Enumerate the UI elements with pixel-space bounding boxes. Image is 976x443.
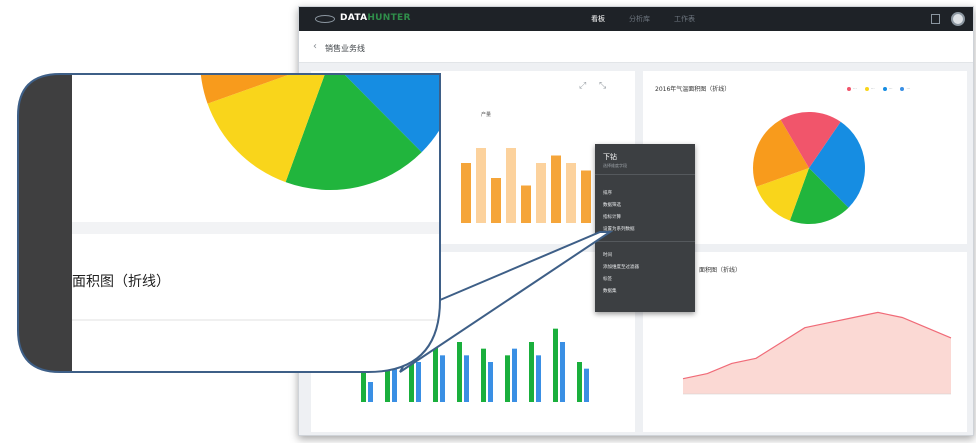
magnified-pie-slice <box>264 0 403 60</box>
magnifier-callout <box>17 0 614 373</box>
magnifier-label: 面积图（折线） <box>72 274 170 290</box>
